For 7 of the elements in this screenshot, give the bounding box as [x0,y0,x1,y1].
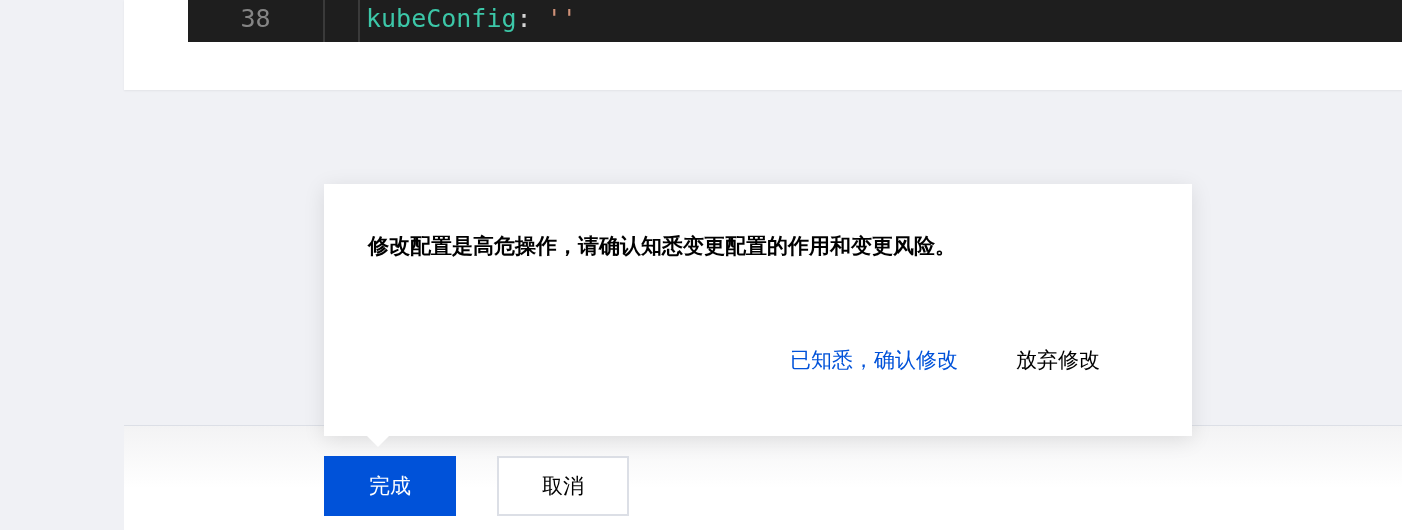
done-button[interactable]: 完成 [324,456,456,516]
confirm-link[interactable]: 已知悉，确认修改 [780,342,968,378]
discard-link[interactable]: 放弃修改 [1006,342,1110,378]
cancel-button[interactable]: 取消 [497,456,629,516]
code-line: kubeConfig: '' [365,3,577,33]
line-number: 38 [188,0,325,42]
warning-message: 修改配置是高危操作，请确认知悉变更配置的作用和变更风险。 [368,233,957,260]
